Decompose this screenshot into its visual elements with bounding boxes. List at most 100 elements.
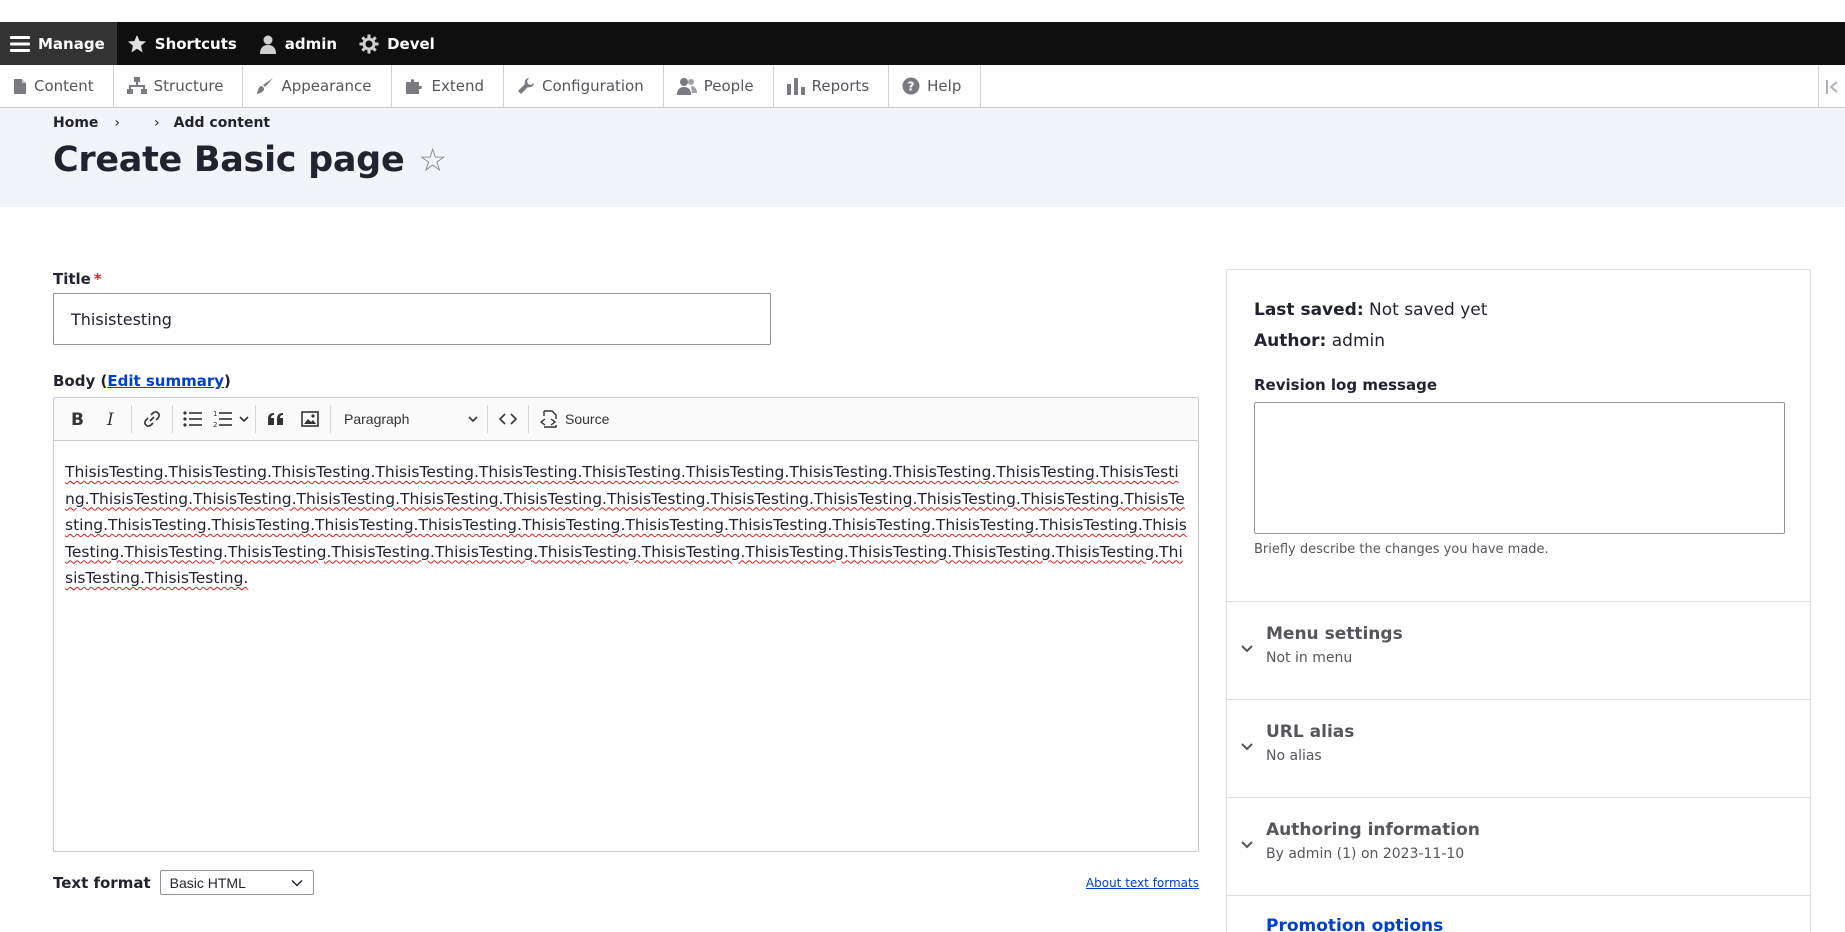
body-label: Body (Edit summary) [53,372,231,390]
tray-item-configuration[interactable]: Configuration [504,65,664,107]
toolbar-separator [255,405,256,433]
bar-chart-icon [786,78,805,95]
italic-icon: I [106,411,114,427]
chevron-down-icon [291,879,303,887]
code-icon [499,413,517,425]
entity-meta: Last saved: Not saved yet Author: admin … [1227,270,1810,602]
image-icon [301,411,319,427]
insert-image-button[interactable] [293,402,327,436]
toolbar-user[interactable]: admin [249,22,349,65]
heading-dropdown-value: Paragraph [344,411,410,427]
toolbar-separator [487,405,488,433]
bold-button[interactable]: B [60,402,94,436]
edit-summary-link[interactable]: Edit summary [107,372,224,390]
code-button[interactable] [491,402,525,436]
url-alias-section[interactable]: URL alias No alias [1227,700,1810,798]
tray-item-label: Configuration [542,77,644,95]
heading-dropdown[interactable]: Paragraph [334,411,484,427]
tray-orientation-toggle[interactable] [1818,65,1845,108]
top-strip [0,0,1845,22]
breadcrumb-separator: › [114,115,121,131]
help-icon: ? [902,77,920,95]
chevron-down-icon [1241,841,1253,849]
text-format-select[interactable]: Basic HTML [159,870,314,895]
body-editor: B I 12 Paragraph Source ThisisTesting.Th… [53,397,1199,852]
paintbrush-icon [257,78,274,94]
svg-text:I: I [106,411,114,427]
file-icon [14,78,26,94]
title-input[interactable]: Thisistesting [53,293,771,345]
bulleted-list-button[interactable] [176,402,210,436]
numbered-list-dropdown[interactable] [236,402,252,436]
toolbar-devel[interactable]: Devel [349,22,447,65]
collapse-icon [1826,79,1838,94]
numbered-list-icon: 12 [213,410,232,428]
authoring-information-section[interactable]: Authoring information By admin (1) on 20… [1227,798,1810,896]
toolbar-manage-label: Manage [38,34,105,53]
tray-item-label: Content [34,77,94,95]
blockquote-button[interactable] [259,402,293,436]
body-label-suffix: ) [224,372,231,390]
shortcut-star-icon[interactable]: ☆ [418,144,447,176]
authoring-information-title: Authoring information [1266,820,1480,840]
revision-log-textarea[interactable] [1254,402,1785,534]
italic-button[interactable]: I [94,402,128,436]
source-icon [540,410,557,428]
author-label: Author: [1254,331,1327,351]
toolbar-separator [330,405,331,433]
title-label-text: Title [53,270,91,288]
about-text-formats-link[interactable]: About text formats [1086,876,1199,890]
tray-item-label: People [703,77,754,95]
toolbar-separator [131,405,132,433]
text-format-row: Text format Basic HTML About text format… [53,870,1199,895]
tray-item-reports[interactable]: Reports [774,65,890,107]
svg-text:?: ? [908,80,915,94]
title-label: Title * [53,270,102,288]
toolbar-separator [528,405,529,433]
menu-settings-title: Menu settings [1266,624,1403,644]
svg-text:B: B [71,411,84,427]
numbered-list-button[interactable]: 12 [210,402,236,436]
breadcrumb: Home › › Add content [53,108,1845,131]
wrench-icon [518,78,535,94]
link-icon [144,411,160,427]
toolbar-devel-label: Devel [387,34,435,53]
chevron-down-icon [1241,645,1253,653]
puzzle-icon [405,79,422,94]
menu-settings-section[interactable]: Menu settings Not in menu [1227,602,1810,700]
tray-item-people[interactable]: People [664,65,774,107]
url-alias-summary: No alias [1266,748,1322,764]
structure-icon [126,77,147,94]
source-button[interactable]: Source [532,409,617,429]
admin-tray: Content Structure Appearance Extend Conf… [0,65,1845,108]
toolbar-shortcuts[interactable]: Shortcuts [117,22,249,65]
breadcrumb-home[interactable]: Home [53,115,98,131]
required-marker: * [93,270,102,288]
last-saved-value: Not saved yet [1369,300,1488,320]
tray-item-structure[interactable]: Structure [114,65,244,107]
link-button[interactable] [135,402,169,436]
breadcrumb-add-content[interactable]: Add content [174,115,270,131]
page-title: Create Basic page [53,140,405,180]
hamburger-icon [10,35,30,52]
user-icon [259,35,276,54]
tray-item-content[interactable]: Content [0,65,114,107]
last-saved-label: Last saved: [1254,300,1364,320]
authoring-information-summary: By admin (1) on 2023-11-10 [1266,846,1465,862]
promotion-options-link[interactable]: Promotion options [1227,896,1810,932]
tray-item-help[interactable]: ? Help [889,65,982,107]
editor-content[interactable]: ThisisTesting.ThisisTesting.ThisisTestin… [54,441,1198,610]
text-format-label: Text format [53,873,151,892]
people-icon [676,78,697,95]
body-label-prefix: Body ( [53,372,108,390]
body-text: ThisisTesting.ThisisTesting.ThisisTestin… [65,463,1187,587]
toolbar-separator [172,405,173,433]
revision-log-label: Revision log message [1254,376,1438,394]
tray-item-appearance[interactable]: Appearance [243,65,392,107]
toolbar-manage[interactable]: Manage [0,22,117,65]
tray-item-label: Reports [811,77,870,95]
meta-sidebar: Last saved: Not saved yet Author: admin … [1226,269,1811,932]
admin-toolbar: Manage Shortcuts admin Devel [0,22,1845,65]
tray-item-label: Structure [153,77,224,95]
tray-item-extend[interactable]: Extend [392,65,505,107]
